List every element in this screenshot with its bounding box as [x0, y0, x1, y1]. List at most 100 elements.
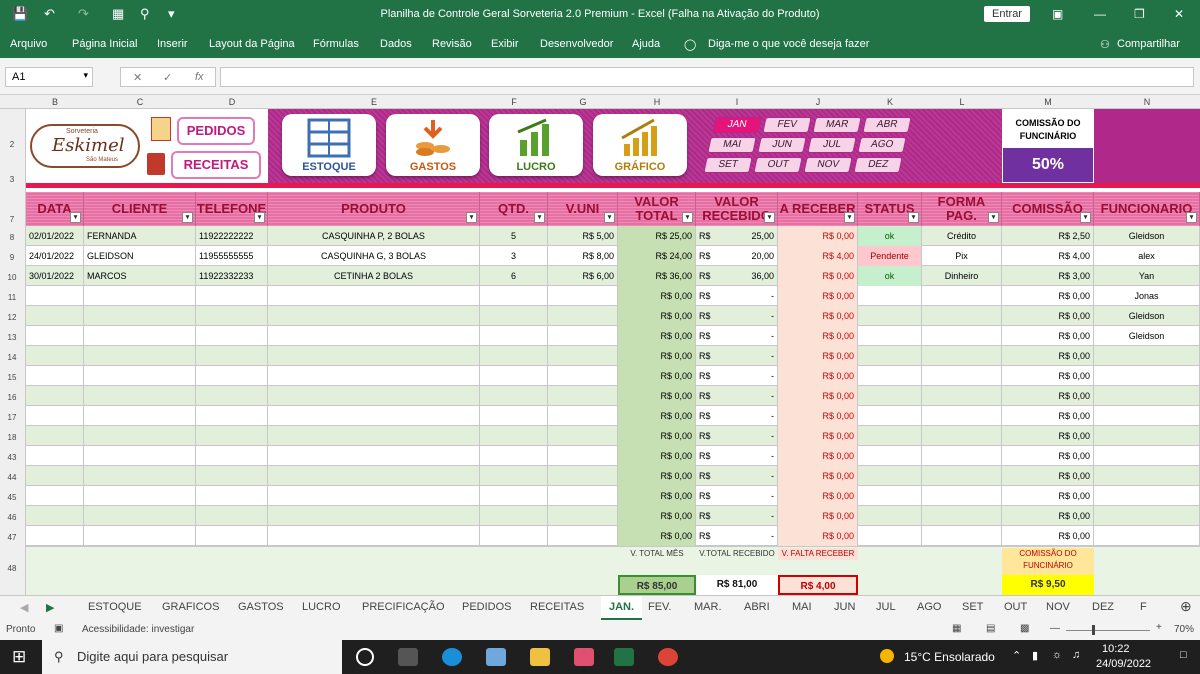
cell-comissao[interactable]: R$ 4,00	[1002, 246, 1094, 266]
th-produto[interactable]: PRODUTO ▾	[268, 192, 480, 226]
cell-cliente[interactable]	[84, 306, 196, 326]
clock-time[interactable]: 10:22	[1102, 643, 1130, 655]
month-jul[interactable]: JUL	[807, 137, 857, 153]
th-qtd[interactable]: QTD. ▾	[480, 192, 548, 226]
cell-comissao[interactable]: R$ 0,00	[1002, 306, 1094, 326]
cell-telefone[interactable]	[196, 286, 268, 306]
commission-rate[interactable]: 50%	[1003, 148, 1093, 182]
row-num[interactable]: 46	[0, 513, 24, 522]
filter-icon[interactable]: ▾	[988, 212, 999, 223]
cell-forma-pag[interactable]	[922, 466, 1002, 486]
cell-a-receber[interactable]: R$ 0,00	[778, 366, 858, 386]
cell-valor-recebido[interactable]: -	[716, 366, 778, 386]
cell-rs[interactable]: R$	[696, 386, 716, 406]
th-valor-recebido[interactable]: VALOR RECEBIDO ▾	[696, 192, 778, 226]
cell-vuni[interactable]: R$ 5,00	[548, 226, 618, 246]
tab-desenvolvedor[interactable]: Desenvolvedor	[540, 38, 613, 50]
cell-valor-total[interactable]: R$ 0,00	[618, 386, 696, 406]
cell-comissao[interactable]: R$ 0,00	[1002, 526, 1094, 546]
tab-pagina-inicial[interactable]: Página Inicial	[72, 38, 137, 50]
filter-icon[interactable]: ▾	[1186, 212, 1197, 223]
cell-forma-pag[interactable]	[922, 286, 1002, 306]
cell-qtd[interactable]: 5	[480, 226, 548, 246]
file-explorer-icon[interactable]	[530, 648, 550, 666]
cell-a-receber[interactable]: R$ 0,00	[778, 326, 858, 346]
cell-a-receber[interactable]: R$ 4,00	[778, 246, 858, 266]
cell-produto[interactable]	[268, 526, 480, 546]
zoom-level[interactable]: 70%	[1174, 624, 1194, 635]
cell-status[interactable]: ok	[858, 266, 922, 286]
cell-vuni[interactable]	[548, 306, 618, 326]
sheet-tab[interactable]: RECEITAS	[530, 601, 584, 613]
cell-valor-recebido[interactable]: -	[716, 526, 778, 546]
cell-rs[interactable]: R$	[696, 506, 716, 526]
cell-status[interactable]	[858, 406, 922, 426]
cell-rs[interactable]: R$	[696, 286, 716, 306]
cell-data[interactable]	[26, 466, 84, 486]
add-sheet-icon[interactable]: ⊕	[1180, 598, 1192, 615]
zoom-thumb[interactable]	[1092, 625, 1095, 635]
zoom-in-icon[interactable]: +	[1156, 622, 1162, 633]
cell-rs[interactable]: R$	[696, 446, 716, 466]
cell-rs[interactable]: R$	[696, 246, 716, 266]
vtotal-value[interactable]: R$ 85,00	[618, 575, 696, 595]
cell-forma-pag[interactable]	[922, 406, 1002, 426]
cell-comissao[interactable]: R$ 0,00	[1002, 326, 1094, 346]
cell-comissao[interactable]: R$ 0,00	[1002, 466, 1094, 486]
cell-vuni[interactable]	[548, 446, 618, 466]
filter-icon[interactable]: ▾	[908, 212, 919, 223]
cell-qtd[interactable]	[480, 426, 548, 446]
cell-valor-total[interactable]: R$ 25,00	[618, 226, 696, 246]
cell-status[interactable]	[858, 426, 922, 446]
cell-a-receber[interactable]: R$ 0,00	[778, 446, 858, 466]
cell-produto[interactable]	[268, 286, 480, 306]
cell-cliente[interactable]	[84, 446, 196, 466]
th-forma-pag[interactable]: FORMA PAG. ▾	[922, 192, 1002, 226]
cell-status[interactable]	[858, 286, 922, 306]
tray-chevron-icon[interactable]: ⌃	[1012, 649, 1021, 662]
cell-rs[interactable]: R$	[696, 226, 716, 246]
row-num[interactable]: 44	[0, 473, 24, 482]
cell-rs[interactable]: R$	[696, 326, 716, 346]
cell-comissao[interactable]: R$ 0,00	[1002, 426, 1094, 446]
cell-comissao[interactable]: R$ 0,00	[1002, 486, 1094, 506]
cell-valor-total[interactable]: R$ 0,00	[618, 506, 696, 526]
filter-icon[interactable]: ▾	[1080, 212, 1091, 223]
col-k[interactable]: K	[858, 97, 922, 107]
col-d[interactable]: D	[196, 97, 268, 107]
month-mai[interactable]: MAI	[707, 137, 757, 153]
cell-qtd[interactable]	[480, 346, 548, 366]
cell-rs[interactable]: R$	[696, 266, 716, 286]
cell-funcionario[interactable]: Gleidson	[1094, 306, 1200, 326]
cell-funcionario[interactable]	[1094, 386, 1200, 406]
cell-valor-recebido[interactable]: -	[716, 346, 778, 366]
cell-data[interactable]	[26, 346, 84, 366]
cell-forma-pag[interactable]	[922, 426, 1002, 446]
cell-cliente[interactable]	[84, 506, 196, 526]
cell-cliente[interactable]: FERNANDA	[84, 226, 196, 246]
cell-comissao[interactable]: R$ 0,00	[1002, 446, 1094, 466]
cell-vuni[interactable]	[548, 326, 618, 346]
col-b[interactable]: B	[26, 97, 84, 107]
row-num[interactable]: 14	[0, 353, 24, 362]
sheet-tab[interactable]: PRECIFICAÇÃO	[362, 601, 445, 613]
weather-text[interactable]: 15°C Ensolarado	[904, 650, 995, 664]
cell-vuni[interactable]	[548, 386, 618, 406]
cell-forma-pag[interactable]	[922, 486, 1002, 506]
cell-funcionario[interactable]: alex	[1094, 246, 1200, 266]
cell-funcionario[interactable]	[1094, 446, 1200, 466]
row-num[interactable]: 8	[0, 233, 24, 242]
cell-forma-pag[interactable]	[922, 346, 1002, 366]
sheet-tab[interactable]: NOV	[1046, 601, 1070, 613]
cell-valor-recebido[interactable]: -	[716, 446, 778, 466]
cell-valor-recebido[interactable]: -	[716, 286, 778, 306]
cell-rs[interactable]: R$	[696, 406, 716, 426]
cell-funcionario[interactable]	[1094, 486, 1200, 506]
cell-valor-total[interactable]: R$ 0,00	[618, 406, 696, 426]
cell-telefone[interactable]	[196, 426, 268, 446]
sheet-tab[interactable]: ESTOQUE	[88, 601, 142, 613]
cell-a-receber[interactable]: R$ 0,00	[778, 226, 858, 246]
cell-telefone[interactable]	[196, 406, 268, 426]
cell-data[interactable]: 30/01/2022	[26, 266, 84, 286]
tab-formulas[interactable]: Fórmulas	[313, 38, 359, 50]
